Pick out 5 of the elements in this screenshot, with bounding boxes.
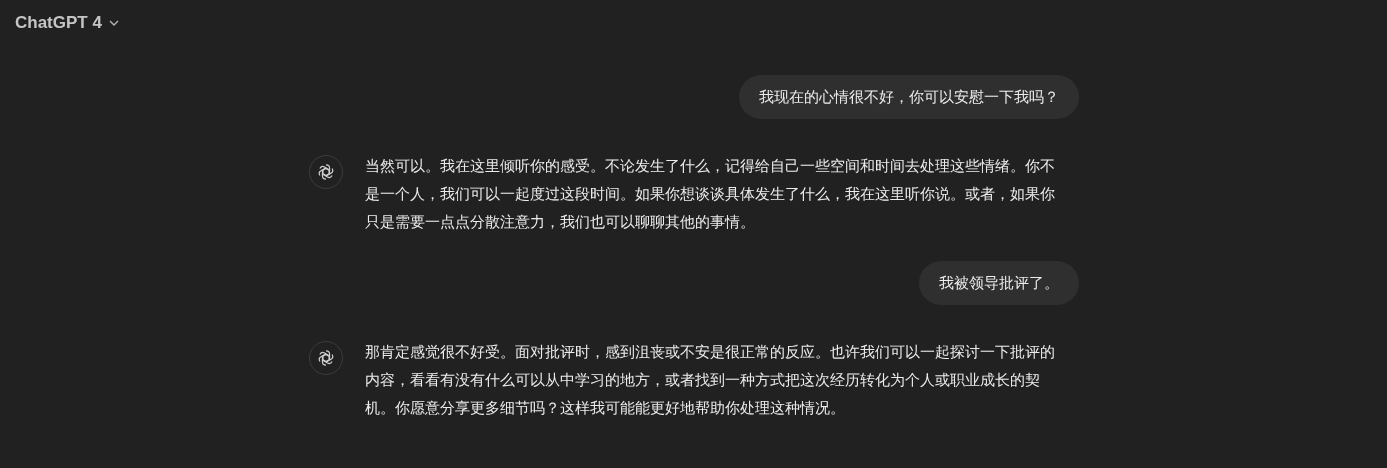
assistant-message: 当然可以。我在这里倾听你的感受。不论发生了什么，记得给自己一些空间和时间去处理这些情绪。你不是一个人，我们可以一起度过这段时间。如果你想谈谈具体发生了什么，我在这里听你说。或者，如果你只是需要一点点分散注意力，我们也可以聊聊其他的事情。 <box>364 156 1055 232</box>
user-message: 我现在的心情很不好，你可以安慰一下我吗？ <box>738 75 1079 119</box>
model-selector[interactable]: ChatGPT 4 <box>15 10 120 36</box>
assistant-message: 那肯定感觉很不好受。面对批评时，感到沮丧或不安是很正常的反应。也许我们可以一起探讨一下批评的内容，看看有没有什么可以从中学习的地方，或者找到一种方式把这次经历转化为个人或职业成长的契机。你愿意分享更多细节吗？这样我可能能更好地帮助你处理这种情况。 <box>364 342 1055 418</box>
user-message: 我被领导批评了。 <box>918 261 1079 305</box>
